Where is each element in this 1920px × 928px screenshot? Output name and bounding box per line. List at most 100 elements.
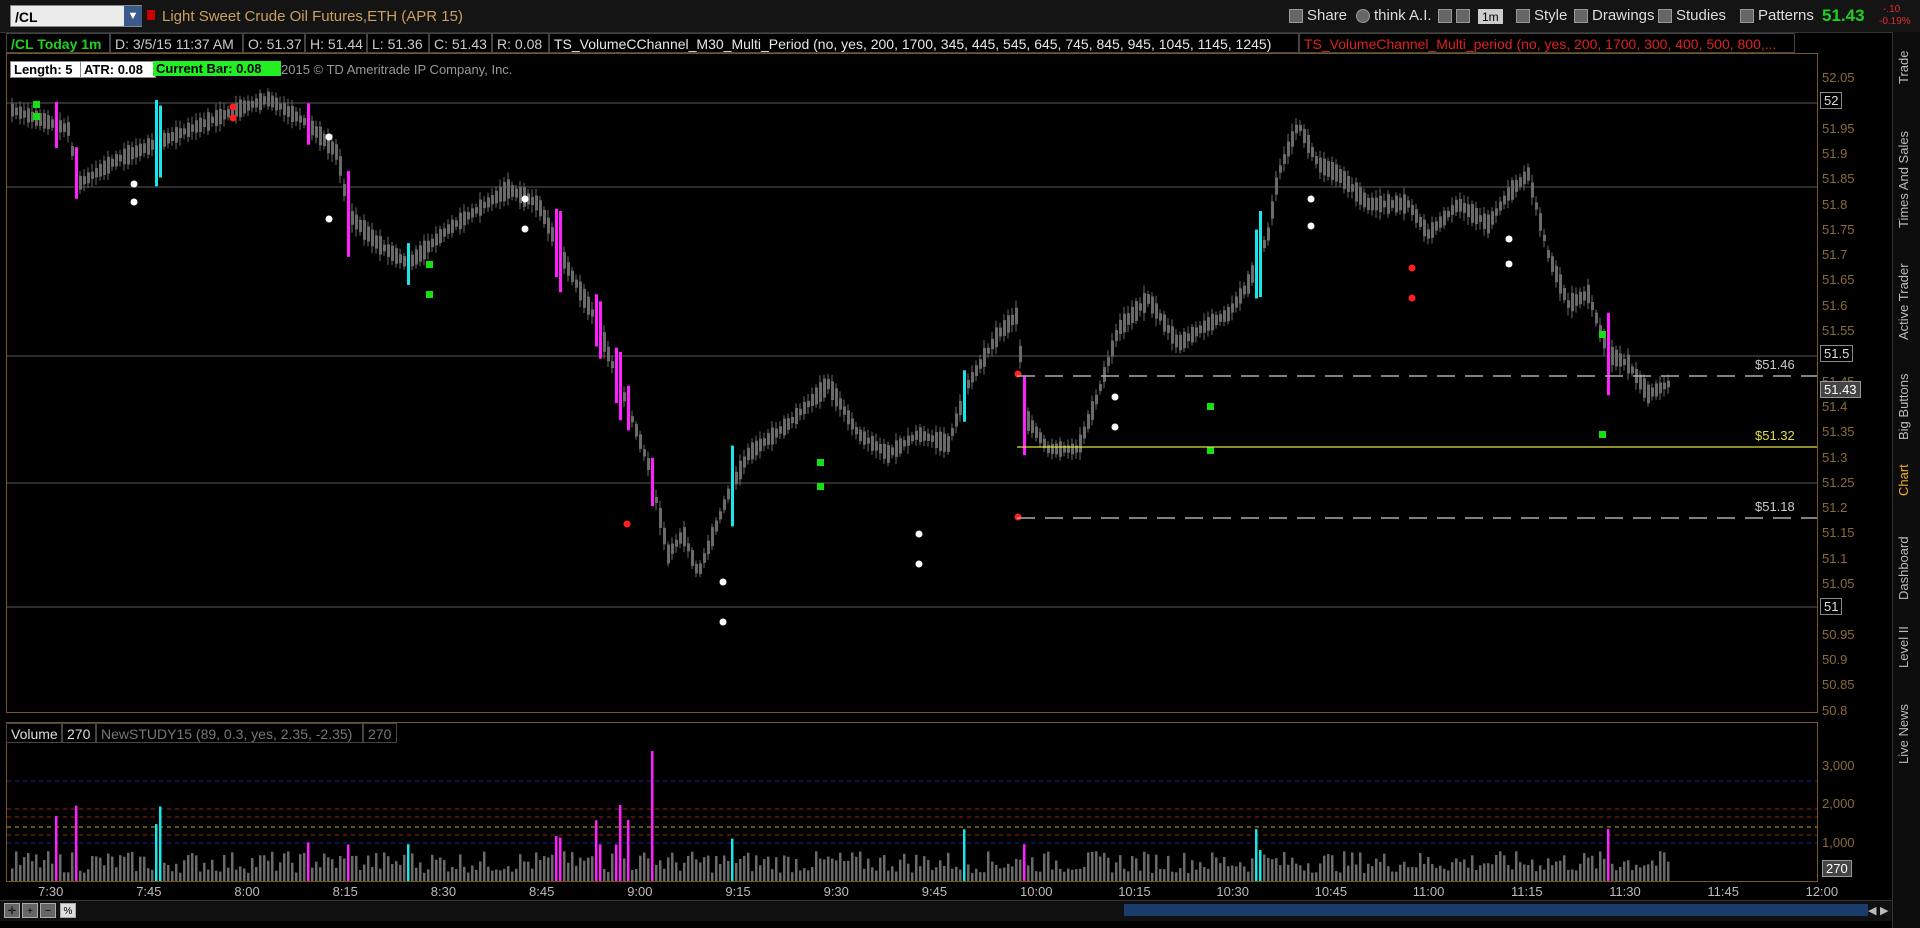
- tab-trade[interactable]: Trade: [1896, 51, 1911, 84]
- candle-body: [1195, 327, 1198, 337]
- volume-bar: [515, 868, 518, 881]
- candle-body: [103, 160, 106, 175]
- volume-bar: [1587, 857, 1590, 881]
- tab-times-and-sales[interactable]: Times And Sales: [1896, 131, 1911, 228]
- volume-bar: [1203, 867, 1206, 881]
- candle-body: [755, 440, 758, 456]
- volume-bar: [851, 852, 854, 881]
- patterns-button[interactable]: Patterns: [1740, 6, 1814, 26]
- price-tick-label: 50.95: [1822, 626, 1855, 642]
- scroll-right-icon[interactable]: ▶: [1880, 904, 1888, 917]
- volume-bar: [259, 855, 262, 881]
- candle-body: [1587, 284, 1590, 304]
- volume-bar: [1035, 871, 1038, 881]
- candle-body: [1403, 194, 1406, 214]
- tab-chart[interactable]: Chart: [1896, 464, 1911, 496]
- volume-bar: [247, 872, 250, 881]
- volume-bar: [1591, 855, 1594, 881]
- time-tick-label: 9:15: [725, 884, 751, 899]
- volume-bar: [1459, 861, 1462, 881]
- volume-bar: [1279, 865, 1282, 881]
- candle-body: [567, 262, 570, 276]
- percent-icon[interactable]: %: [60, 903, 76, 918]
- volume-bar: [167, 864, 170, 881]
- volume-bar: [1247, 871, 1250, 881]
- candle-body: [1071, 443, 1074, 455]
- candle-body: [1475, 208, 1478, 224]
- candle-body: [715, 520, 718, 532]
- candle-body: [679, 532, 682, 544]
- volume-bar: [1451, 862, 1454, 881]
- candle-body: [1031, 420, 1034, 433]
- net-change: -.10: [1883, 4, 1901, 15]
- candle-body: [351, 211, 354, 225]
- candle-body: [1315, 156, 1318, 164]
- zoom-in-icon[interactable]: +: [22, 903, 38, 918]
- tab-live-news[interactable]: Live News: [1896, 704, 1911, 764]
- volume-bar: [963, 829, 966, 881]
- candle-body: [119, 154, 122, 162]
- volume-bar: [1039, 871, 1042, 881]
- volume-bar: [711, 872, 714, 881]
- candle-body: [615, 347, 618, 404]
- volume-bar: [1235, 866, 1238, 881]
- time-axis[interactable]: [6, 882, 1818, 900]
- candle-body: [1443, 210, 1446, 226]
- tab-active-trader[interactable]: Active Trader: [1896, 263, 1911, 340]
- volume-bar: [379, 868, 382, 881]
- volume-bar: [1519, 862, 1522, 881]
- candle-body: [379, 236, 382, 255]
- candle-body: [1447, 210, 1450, 218]
- candle-body: [439, 229, 442, 243]
- volume-bar: [1095, 851, 1098, 881]
- candle-body: [299, 115, 302, 123]
- price-chart-pane[interactable]: [6, 53, 1818, 713]
- volume-bar: [615, 844, 618, 881]
- tab-level-ii[interactable]: Level II: [1896, 626, 1911, 668]
- last-price: 51.43: [1822, 6, 1865, 25]
- volume-bar: [1219, 863, 1222, 881]
- volume-bar: [447, 871, 450, 881]
- candle-body: [1111, 340, 1114, 357]
- tab-dashboard[interactable]: Dashboard: [1896, 536, 1911, 600]
- volume-bar: [315, 861, 318, 881]
- candle-body: [719, 511, 722, 520]
- zoom-out-icon[interactable]: −: [40, 903, 56, 918]
- candle-body: [619, 351, 622, 421]
- think-ai-button[interactable]: think A.I.: [1356, 6, 1432, 26]
- symbol-input[interactable]: /CL: [10, 5, 142, 27]
- study-volumechannel[interactable]: TS_VolumeChannel_Multi_period (no, yes, …: [1299, 33, 1795, 53]
- volume-bar: [135, 870, 138, 881]
- pan-icon[interactable]: ✛: [4, 903, 20, 918]
- candle-body: [1423, 219, 1426, 237]
- candle-body: [1239, 288, 1242, 304]
- candle-body: [1523, 171, 1526, 185]
- interval-button[interactable]: 1m: [1478, 9, 1503, 24]
- time-scrollbar[interactable]: [1124, 904, 1868, 916]
- candle-body: [195, 120, 198, 133]
- candle-body: [1619, 353, 1622, 367]
- volume-bar: [187, 855, 190, 881]
- symbol-dropdown-icon[interactable]: ▼: [124, 6, 142, 26]
- volume-bar: [1611, 863, 1614, 881]
- volume-bar: [1155, 854, 1158, 881]
- drawings-button[interactable]: Drawings: [1574, 6, 1655, 26]
- volume-bar: [715, 856, 718, 881]
- share-button[interactable]: Share: [1289, 6, 1347, 26]
- candle-body: [411, 254, 414, 267]
- candle-body: [847, 410, 850, 425]
- volume-study[interactable]: NewSTUDY15 (89, 0.3, yes, 2.35, -2.35): [96, 723, 363, 743]
- volume-bar: [1027, 865, 1030, 881]
- scroll-left-icon[interactable]: ◀: [1868, 904, 1876, 917]
- volume-pane[interactable]: [6, 722, 1818, 882]
- candle-body: [727, 488, 730, 500]
- tab-big-buttons[interactable]: Big Buttons: [1896, 374, 1911, 441]
- studies-button[interactable]: Studies: [1658, 6, 1726, 26]
- style-button[interactable]: Style: [1516, 6, 1567, 26]
- white-dot-marker: [1111, 423, 1119, 431]
- study-volumecchannel[interactable]: TS_VolumeCChannel_M30_Multi_Period (no, …: [549, 33, 1299, 53]
- candle-body: [1519, 177, 1522, 187]
- candle-body: [391, 245, 394, 261]
- candle-body: [1115, 330, 1118, 341]
- tools-button[interactable]: [1438, 6, 1470, 26]
